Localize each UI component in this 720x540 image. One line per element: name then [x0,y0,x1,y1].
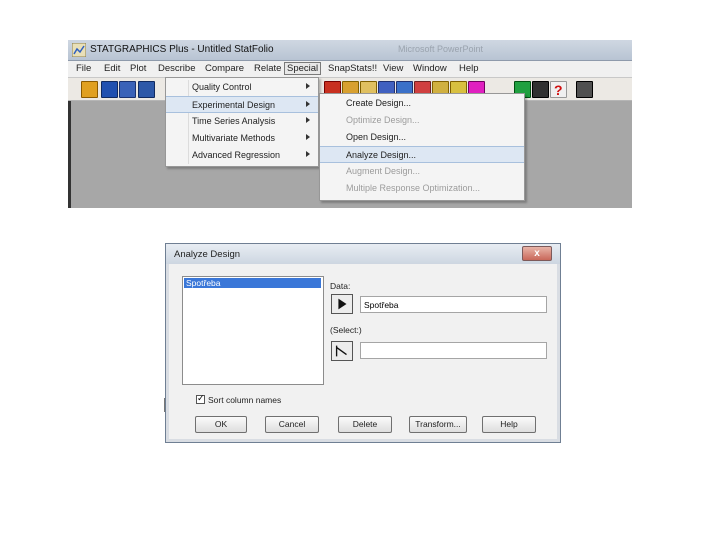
menu-item-quality-control[interactable]: Quality Control [166,79,318,96]
variable-listbox[interactable]: Spotřeba [182,276,324,385]
submenu-arrow-icon [306,151,310,157]
menu-plot[interactable]: Plot [128,63,148,74]
menu-snapstats[interactable]: SnapStats!! [326,63,379,74]
close-icon: x [534,248,540,259]
data-label: Data: [330,281,351,291]
special-menu: Quality Control Experimental Design Time… [165,77,319,167]
menu-view[interactable]: View [381,63,405,74]
delete-button[interactable]: Delete [338,416,392,433]
data-arrow-button[interactable] [331,294,353,314]
menu-item-label: Open Design... [346,132,407,142]
slash-arrow-icon [335,345,347,357]
menu-item-advanced-regression[interactable]: Advanced Regression [166,147,318,164]
background-window-title: Microsoft PowerPoint [398,44,484,54]
person-icon[interactable] [532,81,549,98]
menu-describe[interactable]: Describe [156,63,198,74]
play-arrow-icon [338,298,347,310]
menu-item-open-design[interactable]: Open Design... [320,129,524,146]
statgraphics-app-icon [72,43,86,57]
menu-edit[interactable]: Edit [102,63,122,74]
submenu-arrow-icon [306,134,310,140]
data-table-icon[interactable] [138,81,155,98]
film-icon[interactable] [576,81,593,98]
ok-button[interactable]: OK [195,416,247,433]
svg-text:?: ? [554,82,563,97]
cancel-button[interactable]: Cancel [265,416,319,433]
checkmark-icon: ✓ [197,393,205,403]
calculator-icon[interactable] [119,81,136,98]
menu-item-optimize-design: Optimize Design... [320,112,524,129]
select-arrow-button[interactable] [331,341,353,361]
menu-item-label: Time Series Analysis [192,116,276,126]
sort-column-names-label: Sort column names [208,395,282,405]
menu-window[interactable]: Window [411,63,449,74]
sort-column-names-checkbox[interactable]: ✓ [196,393,205,404]
window-title: STATGRAPHICS Plus - Untitled StatFolio [90,44,274,55]
open-folder-icon[interactable] [81,81,98,98]
menu-item-augment-design: Augment Design... [320,163,524,180]
menu-item-multiple-response-optimization: Multiple Response Optimization... [320,180,524,197]
menu-item-multivariate-methods[interactable]: Multivariate Methods [166,130,318,147]
menu-file[interactable]: File [74,63,93,74]
submenu-arrow-icon [306,83,310,89]
menu-item-label: Experimental Design [192,100,276,110]
menu-item-label: Multiple Response Optimization... [346,183,481,193]
close-button[interactable]: x [522,246,552,261]
data-field[interactable]: Spotřeba [360,296,547,313]
select-field[interactable] [360,342,547,359]
menu-item-label: Multivariate Methods [192,133,276,143]
list-item[interactable]: Spotřeba [184,278,321,288]
menu-help[interactable]: Help [457,63,481,74]
save-disk-icon[interactable] [101,81,118,98]
menu-item-analyze-design[interactable]: Analyze Design... [320,146,524,163]
select-label: (Select:) [330,325,362,335]
menu-item-label: Augment Design... [346,166,421,176]
menu-item-label: Advanced Regression [192,150,281,160]
menu-relate[interactable]: Relate [252,63,283,74]
menu-item-time-series-analysis[interactable]: Time Series Analysis [166,113,318,130]
menu-item-experimental-design[interactable]: Experimental Design [166,96,318,113]
submenu-arrow-icon [306,117,310,123]
help-button[interactable]: Help [482,416,536,433]
menu-special[interactable]: Special [284,62,322,75]
menu-item-label: Create Design... [346,98,412,108]
menu-item-label: Quality Control [192,82,252,92]
menu-item-label: Optimize Design... [346,115,420,125]
analyze-design-dialog: Analyze Design x Spotřeba Data: Spotřeba… [165,243,561,443]
dialog-body: Spotřeba Data: Spotřeba (Select:) ✓ Sort… [169,264,557,439]
transform-button[interactable]: Transform... [409,416,467,433]
dialog-title-bar: Analyze Design x [166,244,560,264]
experimental-design-submenu: Create Design... Optimize Design... Open… [319,93,525,201]
dialog-title: Analyze Design [174,249,241,260]
menu-bar: File Edit Plot Describe Compare Relate S… [68,61,632,78]
submenu-arrow-icon [306,101,310,107]
title-bar: STATGRAPHICS Plus - Untitled StatFolio M… [68,40,632,61]
help-icon[interactable]: ? [550,81,567,98]
menu-item-create-design[interactable]: Create Design... [320,95,524,112]
statgraphics-window: STATGRAPHICS Plus - Untitled StatFolio M… [68,40,632,208]
menu-item-label: Analyze Design... [346,150,417,160]
menu-compare[interactable]: Compare [203,63,246,74]
window-edge [68,101,71,208]
